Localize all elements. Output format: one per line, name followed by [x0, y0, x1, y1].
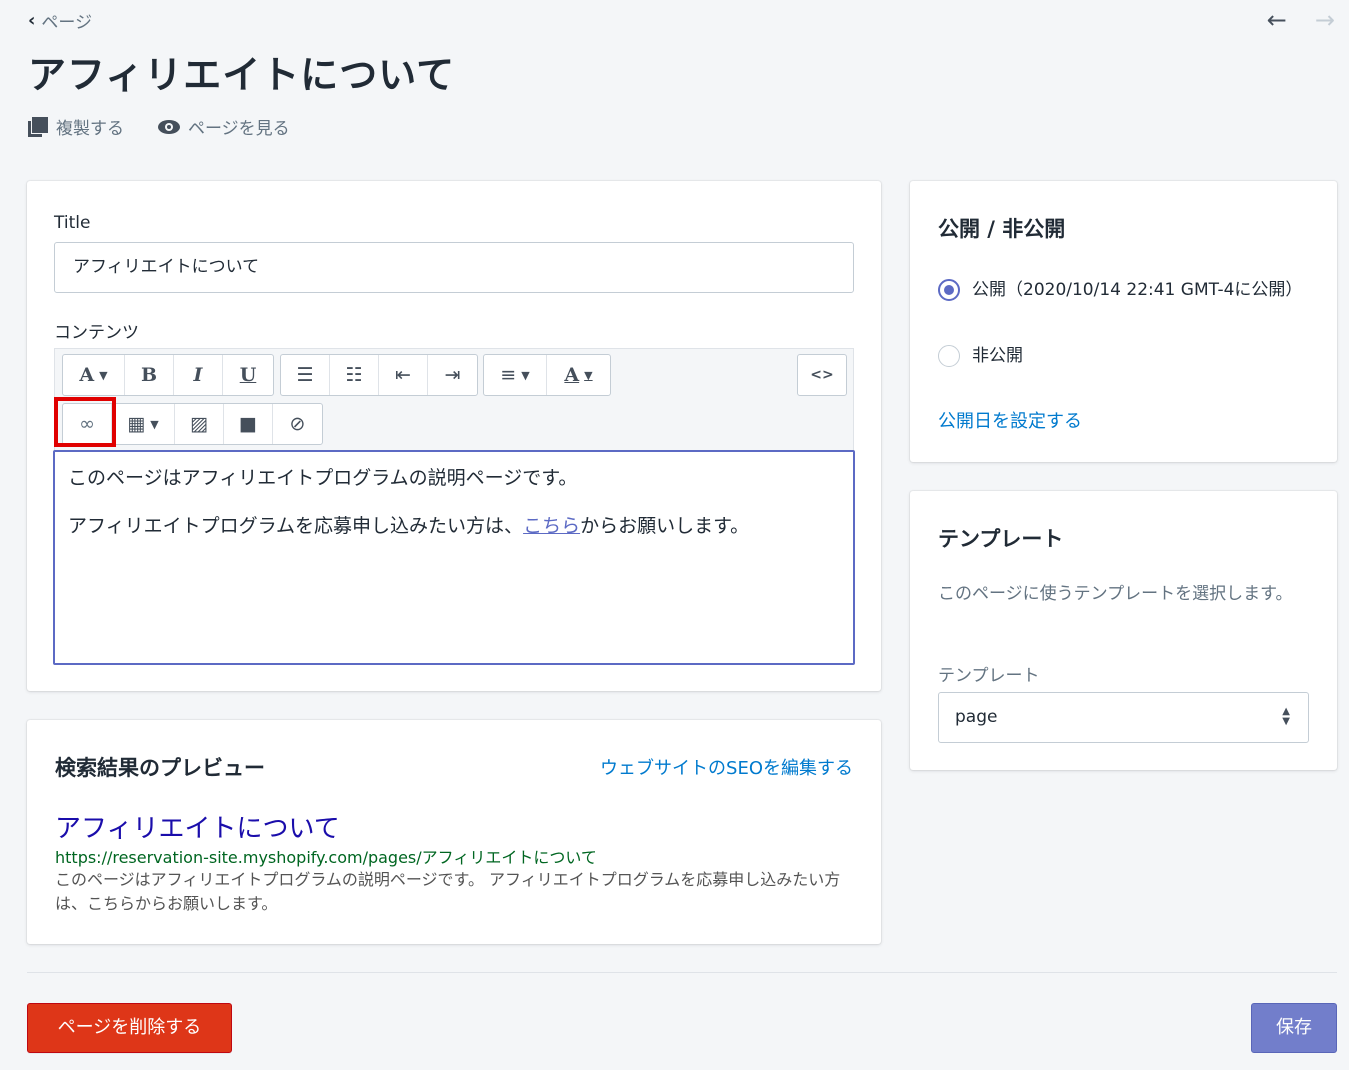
- editor-toolbar: A ▼ B I U ☰ ☷ ⇤ ⇥ ≡ ▼ A ▼ <> ∞ ▦ ▼ ▨ ■ ⊘: [54, 348, 854, 451]
- template-heading: テンプレート: [938, 527, 1064, 551]
- template-label: テンプレート: [938, 666, 1040, 686]
- underline-button[interactable]: U: [223, 355, 273, 395]
- font-dropdown[interactable]: A ▼: [63, 355, 125, 395]
- seo-preview-title: アフィリエイトについて: [55, 814, 340, 844]
- template-description: このページに使うテンプレートを選択します。: [938, 584, 1293, 604]
- outdent-icon[interactable]: ⇤: [379, 355, 428, 395]
- view-page-button[interactable]: ページを見る: [158, 114, 290, 139]
- table-dropdown[interactable]: ▦ ▼: [112, 404, 175, 444]
- eye-icon: [158, 119, 180, 134]
- radio-published-label: 公開（2020/10/14 22:41 GMT-4に公開）: [972, 280, 1303, 300]
- template-card: テンプレート このページに使うテンプレートを選択します。 テンプレート page…: [910, 491, 1337, 770]
- editor-paragraph: アフィリエイトプログラムを応募申し込みたい方は、こちらからお願いします。: [68, 514, 750, 537]
- caret-down-icon: ▼: [584, 368, 593, 382]
- editor-paragraph: このページはアフィリエイトプログラムの説明ページです。: [68, 467, 578, 489]
- content-card: Title アフィリエイトについて コンテンツ A ▼ B I U ☰ ☷ ⇤ ⇥…: [27, 181, 881, 691]
- seo-heading: 検索結果のプレビュー: [55, 756, 265, 780]
- save-button[interactable]: 保存: [1251, 1003, 1337, 1053]
- numbered-list-icon[interactable]: ☷: [330, 355, 379, 395]
- delete-page-button[interactable]: ページを削除する: [27, 1003, 232, 1053]
- caret-down-icon: ▼: [521, 368, 530, 382]
- content-label: コンテンツ: [54, 323, 139, 343]
- arrow-right-icon[interactable]: →: [1315, 6, 1335, 34]
- edit-seo-link[interactable]: ウェブサイトのSEOを編集する: [600, 754, 853, 780]
- link-icon[interactable]: ∞: [63, 404, 112, 444]
- table-icon: ▦: [127, 413, 146, 435]
- chevron-left-icon: ‹: [28, 10, 36, 31]
- view-page-label: ページを見る: [188, 119, 290, 139]
- seo-preview-description: このページはアフィリエイトプログラムの説明ページです。 アフィリエイトプログラム…: [55, 870, 841, 913]
- html-group: <>: [797, 354, 847, 396]
- radio-published[interactable]: 公開（2020/10/14 22:41 GMT-4に公開）: [938, 277, 1303, 304]
- clear-formatting-icon[interactable]: ⊘: [273, 404, 322, 444]
- list-group: ☰ ☷ ⇤ ⇥: [280, 354, 478, 396]
- set-publish-date-link[interactable]: 公開日を設定する: [938, 407, 1082, 433]
- align-left-icon: ≡: [500, 364, 517, 386]
- template-selected-value: page: [955, 707, 998, 727]
- visibility-card: 公開 / 非公開 公開（2020/10/14 22:41 GMT-4に公開） 非…: [910, 181, 1337, 462]
- radio-button[interactable]: [938, 345, 960, 367]
- video-icon[interactable]: ■: [224, 404, 273, 444]
- page-title: アフィリエイトについて: [28, 53, 456, 97]
- visibility-heading: 公開 / 非公開: [938, 217, 1066, 241]
- insert-group: ∞ ▦ ▼ ▨ ■ ⊘: [62, 403, 323, 445]
- editor-link[interactable]: こちら: [523, 515, 580, 537]
- duplicate-label: 複製する: [56, 119, 124, 139]
- indent-icon[interactable]: ⇥: [428, 355, 477, 395]
- caret-down-icon: ▼: [99, 368, 108, 382]
- align-dropdown[interactable]: ≡ ▼: [484, 355, 547, 395]
- template-select[interactable]: page ▲ ▼: [938, 692, 1309, 743]
- bold-button[interactable]: B: [125, 355, 174, 395]
- breadcrumb[interactable]: ‹ ページ: [28, 8, 92, 33]
- divider: [27, 972, 1337, 973]
- format-group: A ▼ B I U: [62, 354, 274, 396]
- pagination-nav: ← →: [1267, 6, 1335, 34]
- content-editor[interactable]: このページはアフィリエイトプログラムの説明ページです。 アフィリエイトプログラム…: [53, 450, 855, 665]
- duplicate-icon: [28, 116, 48, 137]
- duplicate-button[interactable]: 複製する: [28, 114, 124, 139]
- page-actions: 複製する ページを見る: [28, 114, 290, 139]
- image-icon[interactable]: ▨: [175, 404, 224, 444]
- italic-button[interactable]: I: [174, 355, 223, 395]
- breadcrumb-label: ページ: [41, 13, 93, 33]
- html-source-button[interactable]: <>: [798, 355, 846, 395]
- seo-preview-url: https://reservation-site.myshopify.com/p…: [55, 848, 597, 867]
- seo-preview-card: 検索結果のプレビュー ウェブサイトのSEOを編集する アフィリエイトについて h…: [27, 720, 881, 944]
- radio-hidden[interactable]: 非公開: [938, 343, 1023, 370]
- title-label: Title: [54, 213, 91, 233]
- caret-down-icon: ▼: [150, 417, 159, 431]
- bullet-list-icon[interactable]: ☰: [281, 355, 330, 395]
- align-group: ≡ ▼ A ▼: [483, 354, 611, 396]
- arrow-left-icon[interactable]: ←: [1267, 6, 1287, 34]
- radio-hidden-label: 非公開: [972, 346, 1023, 366]
- text-color-icon: A: [564, 364, 580, 386]
- title-input[interactable]: アフィリエイトについて: [54, 242, 854, 293]
- radio-button-checked[interactable]: [938, 279, 960, 301]
- text-color-dropdown[interactable]: A ▼: [547, 355, 610, 395]
- select-arrows-icon: ▲ ▼: [1282, 706, 1290, 727]
